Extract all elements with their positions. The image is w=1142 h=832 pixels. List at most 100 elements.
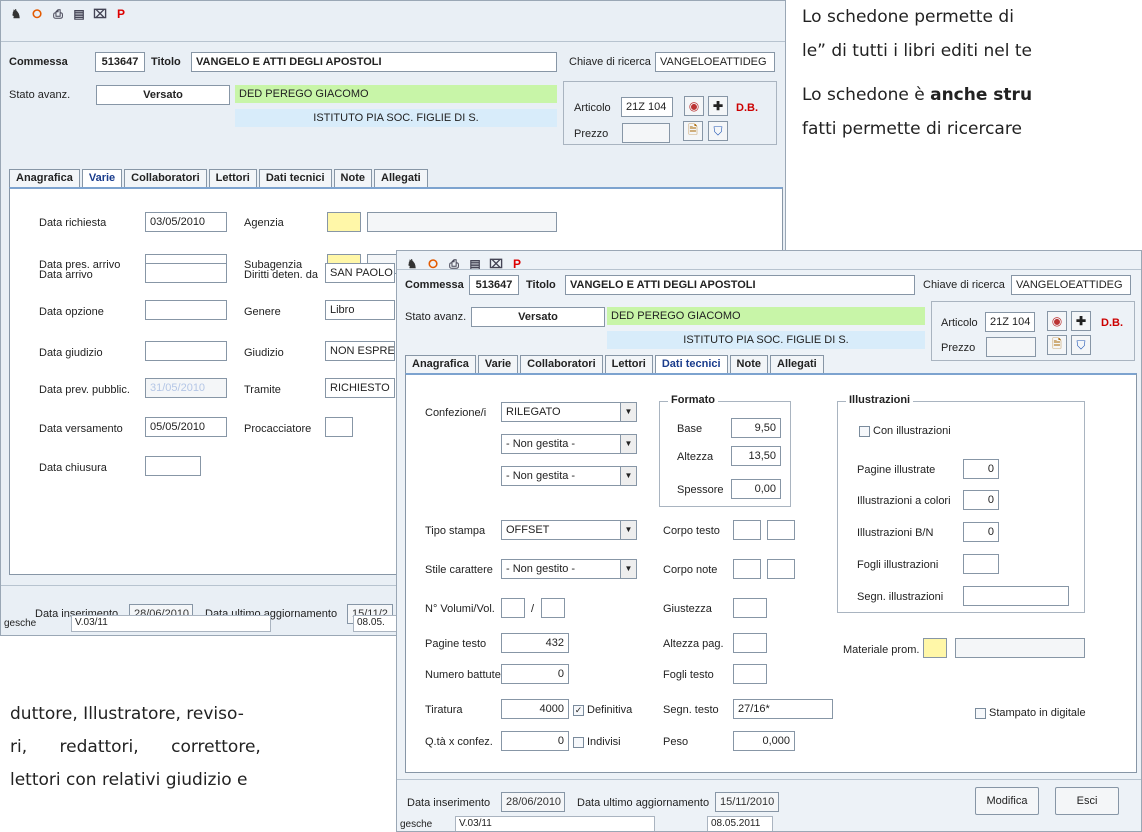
tipo-stampa-label: Tipo stampa: [425, 525, 486, 537]
confezione-select-3[interactable]: - Non gestita - ▼: [501, 466, 637, 486]
altezza-field[interactable]: 13,50: [731, 446, 781, 466]
peso-field[interactable]: 0,000: [733, 731, 795, 751]
segn-testo-field[interactable]: 27/16*: [733, 699, 833, 719]
field-value[interactable]: 03/05/2010: [145, 212, 227, 232]
plus-icon[interactable]: ✚: [1071, 311, 1091, 331]
esci-button[interactable]: Esci: [1055, 787, 1119, 815]
stile-select[interactable]: - Non gestito - ▼: [501, 559, 637, 579]
doc-line: le” di tutti i libri editi nel te: [802, 41, 1032, 61]
field-value[interactable]: 05/05/2010: [145, 417, 227, 437]
battute-field[interactable]: 0: [501, 664, 569, 684]
tab-lettori[interactable]: Lettori: [604, 355, 653, 373]
altezza-pag-field[interactable]: [733, 633, 767, 653]
tab-lettori[interactable]: Lettori: [208, 169, 257, 187]
ill-field[interactable]: 0: [963, 459, 999, 479]
document-icon[interactable]: ⌧: [93, 7, 107, 21]
stampato-checkbox[interactable]: Stampato in digitale: [975, 707, 1086, 719]
eye-icon[interactable]: ◉: [1047, 311, 1067, 331]
tab-allegati[interactable]: Allegati: [374, 169, 428, 187]
titolo-field[interactable]: VANGELO E ATTI DEGLI APOSTOLI: [565, 275, 915, 295]
chiave-field[interactable]: VANGELOEATTIDEG: [1011, 275, 1131, 295]
field-value[interactable]: NON ESPRE: [325, 341, 395, 361]
tiratura-label: Tiratura: [425, 704, 463, 716]
note-icon[interactable]: 🗎: [1047, 335, 1067, 355]
field-value[interactable]: SAN PAOLO: [325, 263, 395, 283]
tab-allegati[interactable]: Allegati: [770, 355, 824, 373]
giustezza-field[interactable]: [733, 598, 767, 618]
tab-collaboratori[interactable]: Collaboratori: [124, 169, 207, 187]
tab-collaboratori[interactable]: Collaboratori: [520, 355, 603, 373]
ill-field[interactable]: [963, 586, 1069, 606]
articolo-field[interactable]: 21Z 104: [621, 97, 673, 117]
field-value[interactable]: [145, 300, 227, 320]
field-value[interactable]: [367, 212, 557, 232]
field-value[interactable]: [145, 456, 201, 476]
db-label: D.B.: [736, 102, 758, 114]
corpo-note-field-1[interactable]: [733, 559, 761, 579]
segn-testo-label: Segn. testo: [663, 704, 719, 716]
confezione-select-1[interactable]: RILEGATO ▼: [501, 402, 637, 422]
corpo-testo-field-1[interactable]: [733, 520, 761, 540]
prezzo-field[interactable]: [986, 337, 1036, 357]
chevron-down-icon: ▼: [620, 560, 636, 578]
ill-field[interactable]: [963, 554, 999, 574]
status-user: gesche: [400, 819, 433, 830]
shield-icon[interactable]: ⛉: [708, 121, 728, 141]
tab-anagrafica[interactable]: Anagrafica: [9, 169, 80, 187]
materiale-code[interactable]: [923, 638, 947, 658]
tiratura-field[interactable]: 4000: [501, 699, 569, 719]
field-value[interactable]: Libro: [325, 300, 395, 320]
altezza-label: Altezza: [677, 451, 714, 463]
field-value[interactable]: RICHIESTO: [325, 378, 395, 398]
stato-field[interactable]: Versato: [471, 307, 605, 327]
ill-field[interactable]: 0: [963, 522, 999, 542]
titolo-field[interactable]: VANGELO E ATTI DEGLI APOSTOLI: [191, 52, 557, 72]
commessa-field[interactable]: 513647: [95, 52, 145, 72]
corpo-note-field-2[interactable]: [767, 559, 795, 579]
indivisi-checkbox[interactable]: Indivisi: [573, 736, 621, 748]
chiave-field[interactable]: VANGELOEATTIDEG: [655, 52, 775, 72]
pagine-field[interactable]: 432: [501, 633, 569, 653]
modifica-button[interactable]: Modifica: [975, 787, 1039, 815]
binoculars-icon[interactable]: ♞: [9, 7, 23, 21]
field-label: Data prev. pubblic.: [39, 384, 130, 396]
articolo-field[interactable]: 21Z 104: [985, 312, 1035, 332]
agenzia-code[interactable]: [327, 212, 361, 232]
volumi-field[interactable]: [501, 598, 525, 618]
shield-icon[interactable]: ⛉: [1071, 335, 1091, 355]
qta-field[interactable]: 0: [501, 731, 569, 751]
field-value[interactable]: [145, 263, 227, 283]
stato-field[interactable]: Versato: [96, 85, 230, 105]
tab-dati-tecnici[interactable]: Dati tecnici: [258, 169, 332, 187]
tipo-stampa-select[interactable]: OFFSET ▼: [501, 520, 637, 540]
tab-note[interactable]: Note: [333, 169, 372, 187]
definitiva-checkbox[interactable]: ✓ Definitiva: [573, 704, 632, 716]
vol-field[interactable]: [541, 598, 565, 618]
lifebuoy-icon[interactable]: ⭘: [30, 7, 44, 21]
field-value[interactable]: [145, 341, 227, 361]
tab-dati-tecnici[interactable]: Dati tecnici: [654, 355, 728, 373]
materiale-field[interactable]: [955, 638, 1085, 658]
con-illustrazioni-checkbox[interactable]: Con illustrazioni: [859, 425, 951, 437]
field-value[interactable]: 31/05/2010: [145, 378, 227, 398]
tab-varie[interactable]: Varie: [81, 169, 123, 187]
confezione-select-2[interactable]: - Non gestita - ▼: [501, 434, 637, 454]
eye-icon[interactable]: ◉: [684, 96, 704, 116]
p-icon[interactable]: P: [114, 7, 128, 21]
prezzo-field[interactable]: [622, 123, 670, 143]
commessa-field[interactable]: 513647: [469, 275, 519, 295]
field-value[interactable]: [325, 417, 353, 437]
corpo-testo-field-2[interactable]: [767, 520, 795, 540]
print-preview-icon[interactable]: ▤: [72, 7, 86, 21]
tab-note[interactable]: Note: [729, 355, 768, 373]
spessore-field[interactable]: 0,00: [731, 479, 781, 499]
ill-field[interactable]: 0: [963, 490, 999, 510]
base-field[interactable]: 9,50: [731, 418, 781, 438]
fogli-testo-field[interactable]: [733, 664, 767, 684]
tab-varie[interactable]: Varie: [477, 355, 519, 373]
plus-icon[interactable]: ✚: [708, 96, 728, 116]
note-icon[interactable]: 🗎: [683, 121, 703, 141]
tab-anagrafica[interactable]: Anagrafica: [405, 355, 476, 373]
printer-icon[interactable]: ⎙: [51, 7, 65, 21]
ded-field: DED PEREGO GIACOMO: [235, 85, 557, 103]
